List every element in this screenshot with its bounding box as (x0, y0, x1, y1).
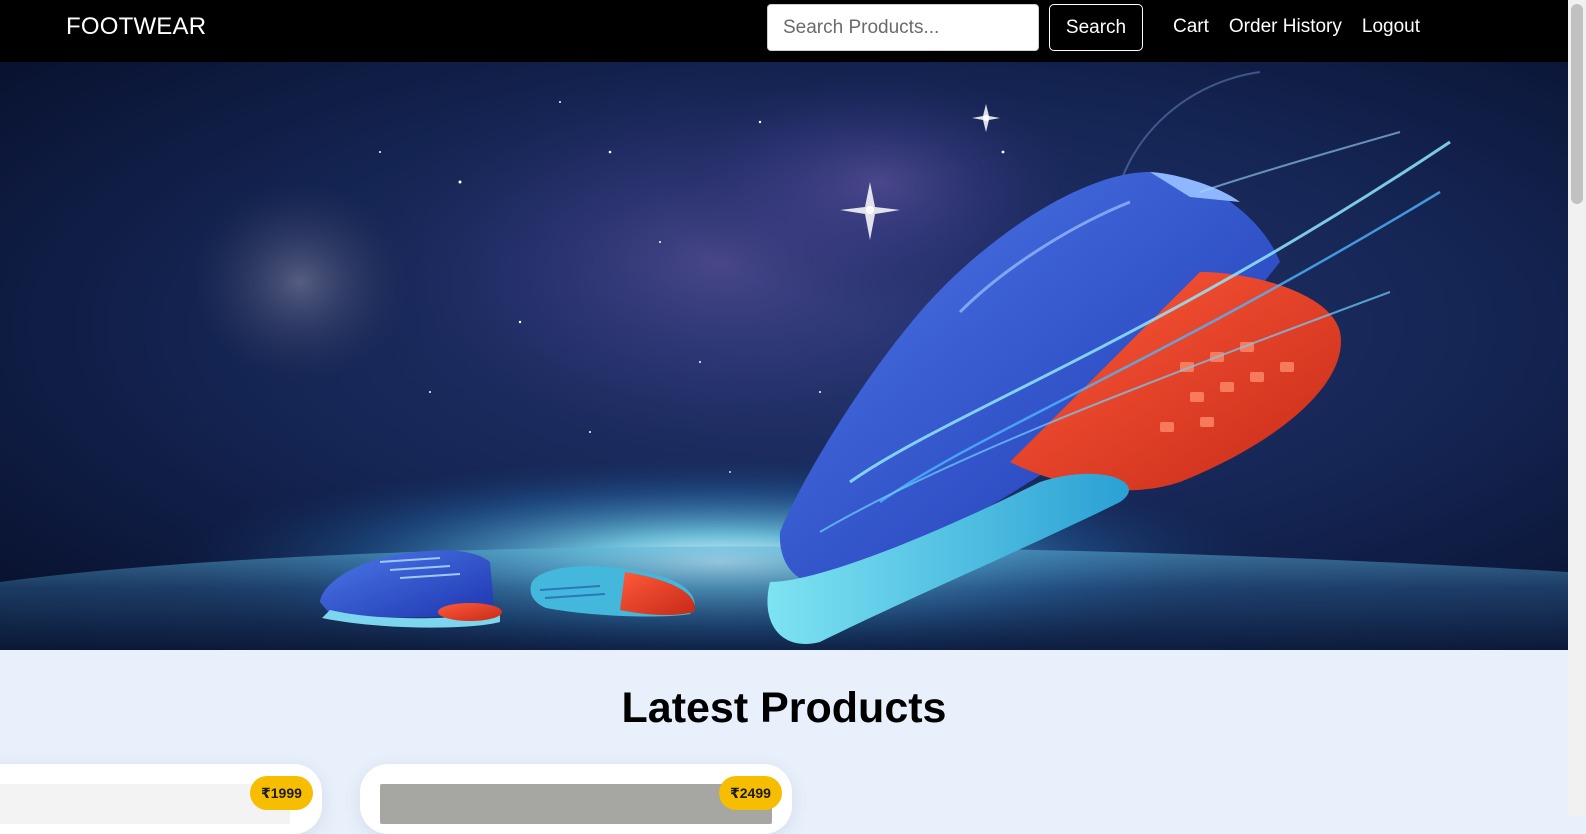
product-image[interactable] (380, 784, 772, 824)
price-badge: ₹1999 (250, 776, 313, 810)
search-button[interactable]: Search (1049, 4, 1143, 51)
nav-link-order-history[interactable]: Order History (1219, 15, 1352, 39)
page-scrollbar[interactable] (1568, 0, 1586, 817)
nav-link-logout[interactable]: Logout (1352, 15, 1430, 39)
product-card[interactable]: ₹1999 (0, 764, 322, 834)
price-badge: ₹2499 (719, 776, 782, 810)
top-navbar: FOOTWEAR Search Cart Order History Logou… (0, 0, 1586, 62)
hero-banner (0, 62, 1568, 650)
product-card[interactable]: ₹2499 (360, 764, 792, 834)
section-title: Latest Products (621, 684, 947, 732)
nav-links: Cart Order History Logout (1163, 15, 1430, 39)
brand-logo[interactable]: FOOTWEAR (66, 13, 206, 41)
nav-link-cart[interactable]: Cart (1163, 15, 1219, 39)
hero-banner-image (0, 62, 1568, 650)
scrollbar-thumb[interactable] (1571, 4, 1583, 204)
product-image[interactable] (0, 784, 290, 824)
search-input[interactable] (767, 4, 1039, 51)
